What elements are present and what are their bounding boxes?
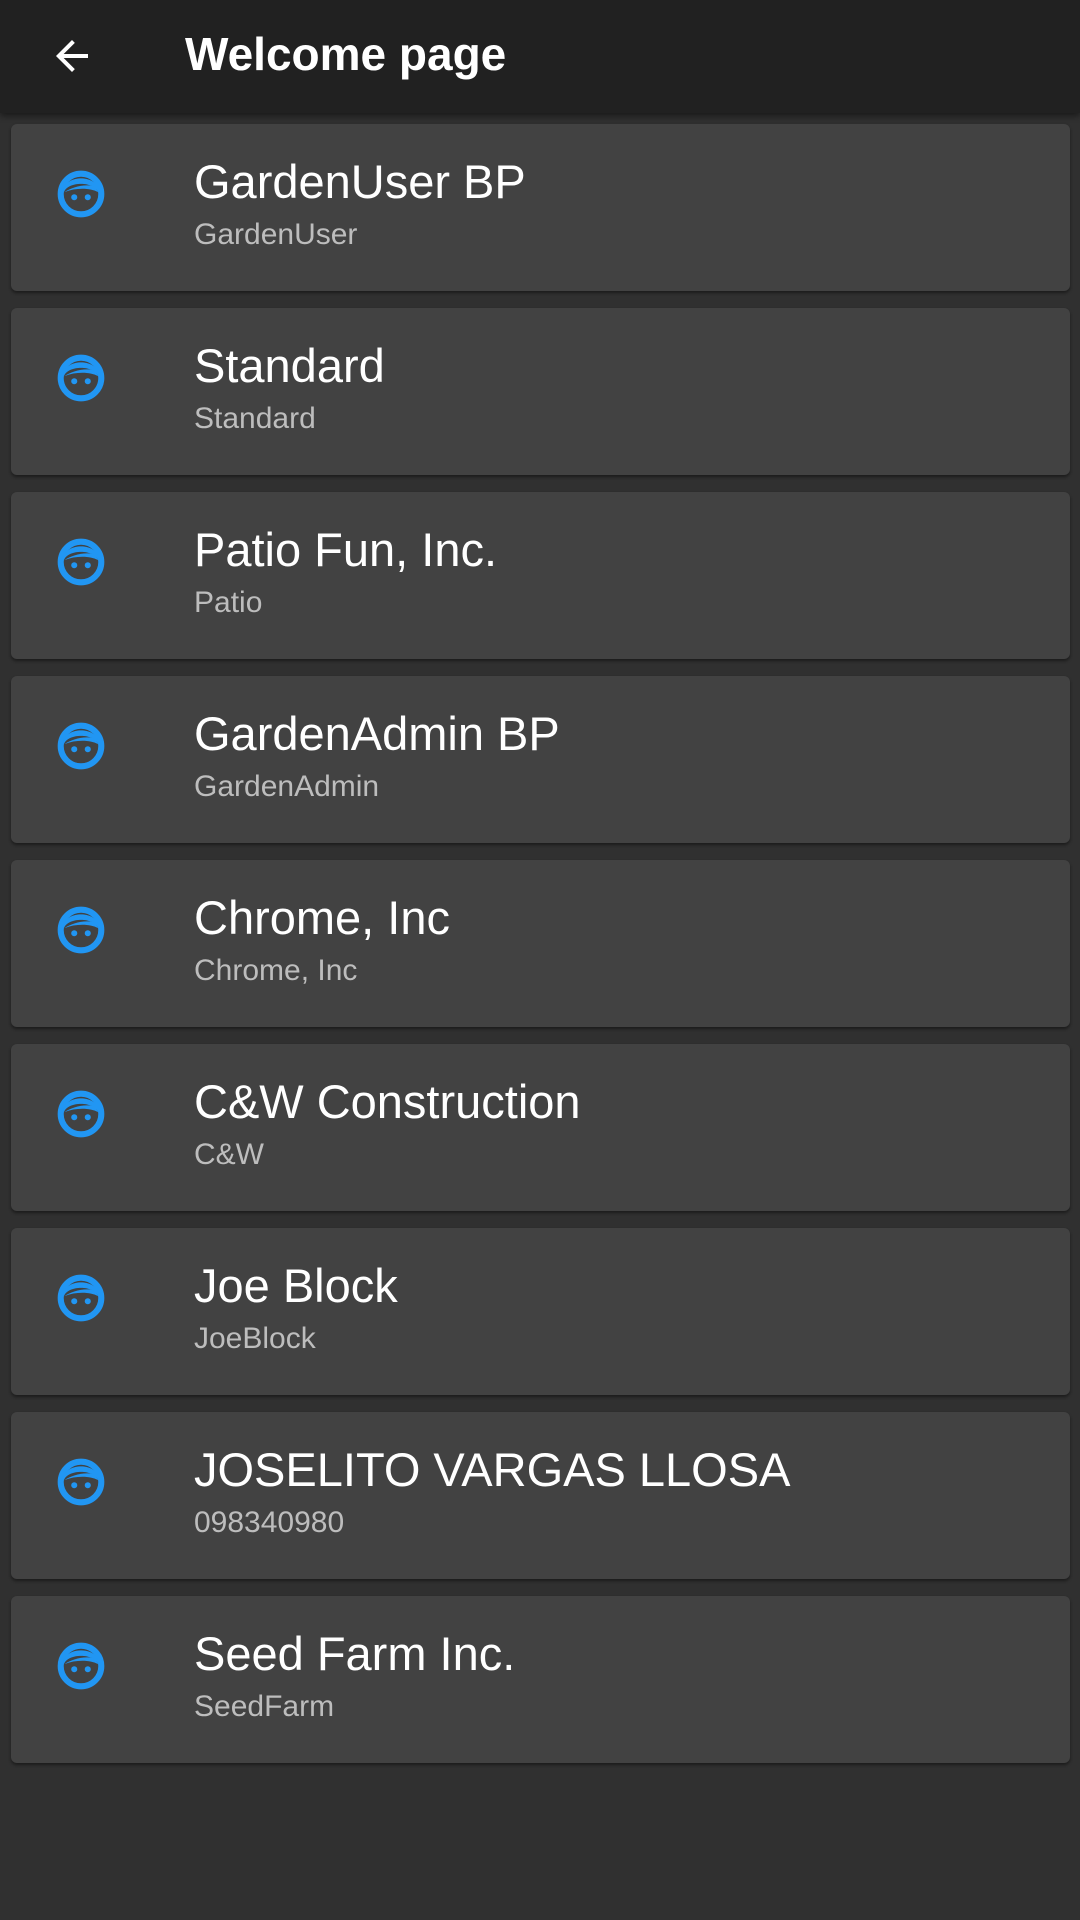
account-item-joeblock[interactable]: Joe Block JoeBlock bbox=[11, 1228, 1070, 1395]
face-icon bbox=[53, 534, 109, 590]
arrow-left-icon bbox=[56, 40, 88, 72]
account-id: Standard bbox=[194, 402, 316, 435]
account-item-gardenadmin[interactable]: GardenAdmin BP GardenAdmin bbox=[11, 676, 1070, 843]
face-icon bbox=[53, 718, 109, 774]
account-id: C&W bbox=[194, 1138, 264, 1171]
face-icon bbox=[53, 1086, 109, 1142]
app-bar: Welcome page bbox=[0, 0, 1080, 113]
face-icon bbox=[53, 1454, 109, 1510]
account-item-cw[interactable]: C&W Construction C&W bbox=[11, 1044, 1070, 1211]
account-item-gardenuser[interactable]: GardenUser BP GardenUser bbox=[11, 124, 1070, 291]
account-id: Chrome, Inc bbox=[194, 954, 358, 987]
face-icon bbox=[53, 1270, 109, 1326]
page-title: Welcome page bbox=[185, 28, 507, 80]
account-item-patio[interactable]: Patio Fun, Inc. Patio bbox=[11, 492, 1070, 659]
face-icon bbox=[53, 166, 109, 222]
account-name: C&W Construction bbox=[194, 1075, 581, 1128]
account-name: JOSELITO VARGAS LLOSA bbox=[194, 1443, 791, 1496]
account-item-joselito[interactable]: JOSELITO VARGAS LLOSA 098340980 bbox=[11, 1412, 1070, 1579]
account-id: Patio bbox=[194, 586, 263, 619]
account-name: GardenUser BP bbox=[194, 155, 526, 208]
account-id: SeedFarm bbox=[194, 1690, 335, 1723]
account-name: Standard bbox=[194, 339, 385, 392]
face-icon bbox=[53, 350, 109, 406]
account-id: JoeBlock bbox=[194, 1322, 316, 1355]
account-name: Patio Fun, Inc. bbox=[194, 523, 498, 576]
face-icon bbox=[53, 902, 109, 958]
account-id: GardenAdmin bbox=[194, 770, 380, 803]
account-item-standard[interactable]: Standard Standard bbox=[11, 308, 1070, 475]
account-list: GardenUser BP GardenUser Standard Standa… bbox=[11, 124, 1070, 1780]
face-icon bbox=[53, 1638, 109, 1694]
account-name: Joe Block bbox=[194, 1259, 398, 1312]
account-item-chrome[interactable]: Chrome, Inc Chrome, Inc bbox=[11, 860, 1070, 1027]
account-id: 098340980 bbox=[194, 1506, 345, 1539]
account-name: GardenAdmin BP bbox=[194, 707, 560, 760]
account-name: Seed Farm Inc. bbox=[194, 1627, 516, 1680]
account-item-seedfarm[interactable]: Seed Farm Inc. SeedFarm bbox=[11, 1596, 1070, 1763]
account-id: GardenUser bbox=[194, 218, 358, 251]
back-button[interactable] bbox=[30, 14, 114, 98]
account-name: Chrome, Inc bbox=[194, 891, 450, 944]
